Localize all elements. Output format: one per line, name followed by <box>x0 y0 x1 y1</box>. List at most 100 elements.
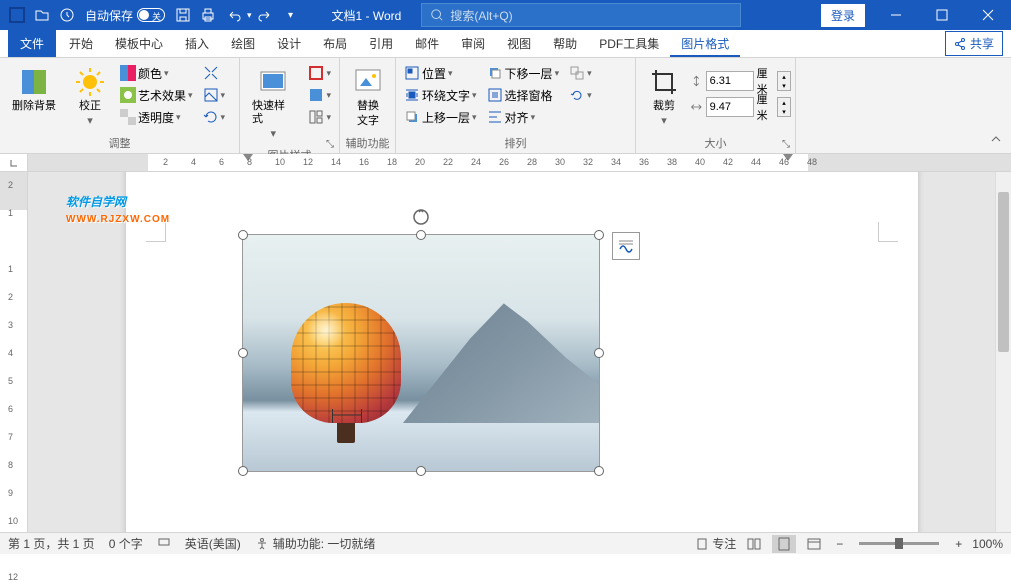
menu-draw[interactable]: 绘图 <box>220 30 266 57</box>
menu-home[interactable]: 开始 <box>58 30 104 57</box>
menu-templates[interactable]: 模板中心 <box>104 30 174 57</box>
change-picture-button[interactable]: ▾ <box>199 84 230 106</box>
bring-forward-button[interactable]: 上移一层▾ <box>400 106 481 128</box>
word-count[interactable]: 0 个字 <box>109 535 143 552</box>
language-status[interactable]: 英语(美国) <box>185 535 241 552</box>
menu-picture-format[interactable]: 图片格式 <box>670 30 740 57</box>
resize-handle-bc[interactable] <box>416 466 426 476</box>
open-icon[interactable] <box>31 4 53 26</box>
picture-layout-button[interactable]: ▾ <box>304 106 335 128</box>
customize-qat-icon[interactable]: ▾ <box>280 4 302 26</box>
send-backward-button[interactable]: 下移一层▾ <box>483 62 564 84</box>
zoom-slider[interactable] <box>859 542 939 545</box>
menu-references[interactable]: 引用 <box>358 30 404 57</box>
resize-handle-tc[interactable] <box>416 230 426 240</box>
color-button[interactable]: 颜色▾ <box>116 62 197 84</box>
crop-button[interactable]: 裁剪 ▾ <box>640 62 688 132</box>
ribbon-group-size: 裁剪 ▾ 厘米 ▴▾ 厘米 ▴▾ 大小 ⤡ <box>636 58 796 153</box>
border-icon <box>308 65 324 81</box>
alt-text-icon <box>352 66 384 98</box>
tab-selector[interactable] <box>0 154 28 171</box>
selection-pane-button[interactable]: 选择窗格 <box>483 84 564 106</box>
width-input[interactable]: 厘米 ▴▾ <box>690 96 791 118</box>
wrap-text-button[interactable]: 环绕文字▾ <box>400 84 481 106</box>
menu-review[interactable]: 审阅 <box>450 30 496 57</box>
collapse-ribbon-button[interactable] <box>989 132 1003 149</box>
artistic-effects-button[interactable]: 艺术效果▾ <box>116 84 197 106</box>
save-icon[interactable] <box>172 4 194 26</box>
resize-handle-br[interactable] <box>594 466 604 476</box>
crop-icon <box>648 66 680 98</box>
accessibility-status[interactable]: 辅助功能: 一切就绪 <box>255 535 376 552</box>
vertical-ruler[interactable]: 21123456789101112 <box>0 172 28 532</box>
resize-handle-tr[interactable] <box>594 230 604 240</box>
layout-options-button[interactable] <box>612 232 640 260</box>
search-box[interactable]: 搜索(Alt+Q) <box>421 3 741 27</box>
group-button[interactable]: ▾ <box>565 62 596 84</box>
position-button[interactable]: 位置▾ <box>400 62 481 84</box>
zoom-out-button[interactable]: − <box>832 537 847 551</box>
rotation-handle[interactable] <box>411 207 431 227</box>
print-icon[interactable] <box>197 4 219 26</box>
resize-handle-bl[interactable] <box>238 466 248 476</box>
menu-file[interactable]: 文件 <box>8 30 56 57</box>
close-button[interactable] <box>965 0 1011 30</box>
read-mode-button[interactable] <box>742 535 766 553</box>
styles-dialog-launcher[interactable]: ⤡ <box>323 137 337 151</box>
share-icon <box>954 38 966 50</box>
reset-icon <box>203 109 219 125</box>
quick-styles-button[interactable]: 快速样式 ▾ <box>244 62 302 145</box>
autosave-toggle[interactable]: 自动保存 关 <box>85 7 165 24</box>
remove-background-button[interactable]: 删除背景 <box>4 62 64 117</box>
position-icon <box>404 65 420 81</box>
resize-handle-tl[interactable] <box>238 230 248 240</box>
width-spinner[interactable]: ▴▾ <box>777 97 791 117</box>
focus-mode-button[interactable]: 专注 <box>695 535 736 552</box>
menu-design[interactable]: 设计 <box>266 30 312 57</box>
zoom-in-button[interactable]: + <box>951 537 966 551</box>
page-count[interactable]: 第 1 页，共 1 页 <box>8 535 95 552</box>
picture-border-button[interactable]: ▾ <box>304 62 335 84</box>
minimize-button[interactable] <box>873 0 919 30</box>
scrollbar-thumb[interactable] <box>998 192 1009 352</box>
wrap-icon <box>404 87 420 103</box>
alt-text-button[interactable]: 替换 文字 <box>344 62 392 132</box>
word-app-icon[interactable] <box>6 4 28 26</box>
page-scroll-area[interactable]: 软件自学网 WWW.RJZXW.COM <box>28 172 1011 532</box>
height-spinner[interactable]: ▴▾ <box>777 71 791 91</box>
horizontal-ruler[interactable]: 2468101214161820222426283032343638404244… <box>28 154 1011 171</box>
maximize-button[interactable] <box>919 0 965 30</box>
resize-handle-ml[interactable] <box>238 348 248 358</box>
menu-pdf[interactable]: PDF工具集 <box>588 30 670 57</box>
corrections-button[interactable]: 校正 ▾ <box>66 62 114 132</box>
resize-handle-mr[interactable] <box>594 348 604 358</box>
remove-bg-icon <box>18 66 50 98</box>
menu-insert[interactable]: 插入 <box>174 30 220 57</box>
transparency-button[interactable]: 透明度▾ <box>116 106 197 128</box>
menu-view[interactable]: 视图 <box>496 30 542 57</box>
reset-picture-button[interactable]: ▾ <box>199 106 230 128</box>
menu-layout[interactable]: 布局 <box>312 30 358 57</box>
print-layout-button[interactable] <box>772 535 796 553</box>
menu-mailings[interactable]: 邮件 <box>404 30 450 57</box>
document-page: 软件自学网 WWW.RJZXW.COM <box>126 172 918 532</box>
picture-effects-button[interactable]: ▾ <box>304 84 335 106</box>
login-button[interactable]: 登录 <box>821 4 865 27</box>
undo-dropdown-icon[interactable]: ▾ <box>247 10 252 21</box>
rotate-button[interactable]: ▾ <box>565 84 596 106</box>
align-button[interactable]: 对齐▾ <box>483 106 564 128</box>
height-input[interactable]: 厘米 ▴▾ <box>690 70 791 92</box>
selected-image[interactable] <box>242 234 600 472</box>
menu-help[interactable]: 帮助 <box>542 30 588 57</box>
share-button[interactable]: 共享 <box>945 31 1003 56</box>
toggle-switch-icon[interactable]: 关 <box>137 8 165 22</box>
history-icon[interactable] <box>56 4 78 26</box>
zoom-level[interactable]: 100% <box>972 537 1003 551</box>
size-dialog-launcher[interactable]: ⤡ <box>779 137 793 151</box>
redo-icon[interactable] <box>255 4 277 26</box>
insert-mode-icon[interactable] <box>157 535 171 552</box>
compress-button[interactable] <box>199 62 230 84</box>
vertical-scrollbar[interactable] <box>995 172 1011 532</box>
web-layout-button[interactable] <box>802 535 826 553</box>
undo-icon[interactable] <box>222 4 244 26</box>
